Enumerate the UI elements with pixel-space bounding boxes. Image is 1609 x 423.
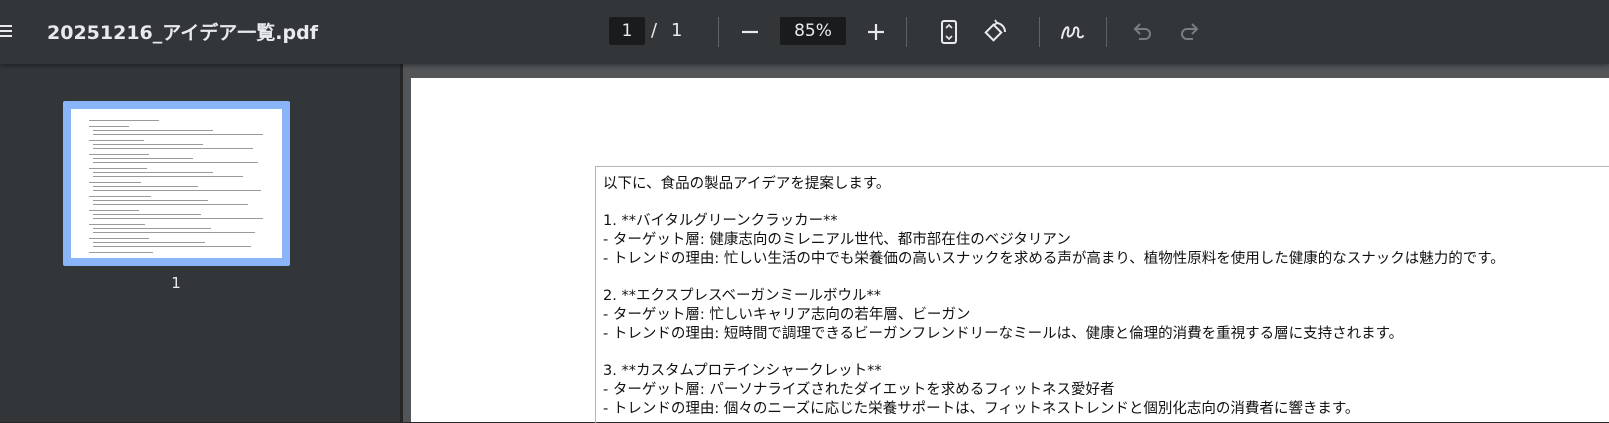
rotate-button[interactable] bbox=[982, 18, 1010, 46]
thumbnail-sidebar: 1 bbox=[0, 64, 400, 422]
page-total: 1 bbox=[671, 20, 683, 41]
text-line: - トレンドの理由: 短時間で調理できるビーガンフレンドリーなミールは、健康と倫… bbox=[603, 326, 1404, 342]
text-line: - トレンドの理由: 個々のニーズに応じた栄養サポートは、フィットネストレンドと… bbox=[603, 401, 1360, 417]
divider bbox=[1039, 17, 1040, 47]
thumbnail-page-number: 1 bbox=[171, 274, 181, 292]
thumbnail-page-preview bbox=[71, 109, 282, 258]
fit-page-button[interactable] bbox=[935, 18, 963, 46]
text-line: - ターゲット層: パーソナライズされたダイエットを求めるフィットネス愛好者 bbox=[603, 382, 1115, 398]
rotate-icon bbox=[984, 19, 1006, 42]
text-line: - ターゲット層: 健康志向のミレニアル世代、都市部在住のベジタリアン bbox=[603, 232, 1071, 248]
undo-button[interactable] bbox=[1128, 18, 1156, 46]
page-separator: / bbox=[651, 20, 658, 41]
document-title: 20251216_アイデア一覧.pdf bbox=[47, 22, 318, 44]
divider bbox=[718, 17, 719, 47]
document-viewer: 以下に、食品の製品アイデアを提案します。 1. **バイタルグリーンクラッカー*… bbox=[403, 64, 1609, 423]
divider bbox=[906, 17, 907, 47]
pdf-page: 以下に、食品の製品アイデアを提案します。 1. **バイタルグリーンクラッカー*… bbox=[411, 78, 1609, 423]
zoom-in-button[interactable] bbox=[862, 18, 890, 46]
text-line: 1. **バイタルグリーンクラッカー** bbox=[603, 213, 838, 229]
zoom-level-input[interactable]: 85% bbox=[780, 17, 846, 45]
text-line: 2. **エクスプレスベーガンミールボウル** bbox=[603, 288, 881, 304]
text-line: - ターゲット層: 忙しいキャリア志向の若年層、ビーガン bbox=[603, 307, 971, 323]
text-line: 3. **カスタムプロテインシャークレット** bbox=[603, 363, 882, 379]
menu-icon[interactable] bbox=[0, 22, 12, 40]
draw-button[interactable] bbox=[1058, 18, 1086, 46]
zoom-out-icon bbox=[742, 30, 758, 34]
redo-icon bbox=[1181, 23, 1199, 40]
undo-icon bbox=[1133, 23, 1151, 40]
page-thumbnail[interactable] bbox=[63, 101, 290, 266]
text-line: 以下に、食品の製品アイデアを提案します。 bbox=[603, 176, 891, 192]
page-number-input[interactable]: 1 bbox=[609, 17, 645, 45]
text-content-box: 以下に、食品の製品アイデアを提案します。 1. **バイタルグリーンクラッカー*… bbox=[595, 166, 1609, 423]
pdf-toolbar: 20251216_アイデア一覧.pdf 1 / 1 85% bbox=[0, 0, 1609, 64]
redo-button[interactable] bbox=[1176, 18, 1204, 46]
zoom-in-icon bbox=[868, 24, 884, 40]
divider bbox=[1106, 17, 1107, 47]
fit-page-icon bbox=[941, 20, 957, 44]
zoom-out-button[interactable] bbox=[737, 20, 763, 44]
text-line: - トレンドの理由: 忙しい生活の中でも栄養価の高いスナックを求める声が高まり、… bbox=[603, 251, 1505, 267]
draw-icon bbox=[1061, 26, 1084, 39]
